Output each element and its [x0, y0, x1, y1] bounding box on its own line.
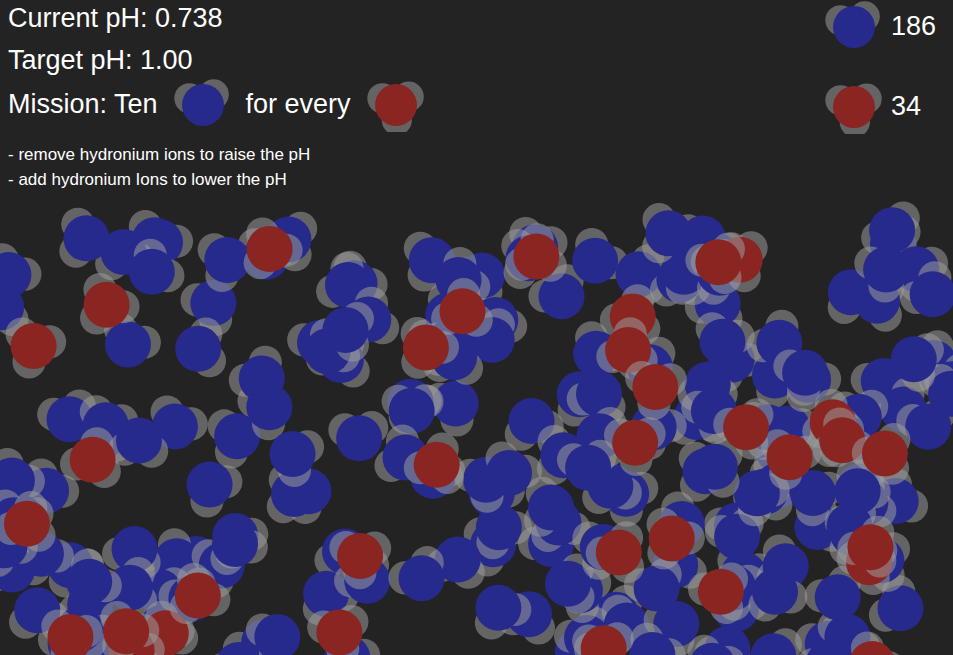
hydronium-molecule[interactable]	[505, 223, 567, 281]
hydronium-molecule[interactable]	[625, 361, 687, 420]
water-molecule	[475, 585, 531, 640]
hydronium-molecule[interactable]	[431, 278, 493, 337]
hydronium-molecule[interactable]	[80, 273, 140, 335]
hydronium-molecule[interactable]	[844, 632, 905, 655]
target-ph: Target pH: 1.00	[8, 42, 425, 78]
water-molecule-icon	[823, 0, 883, 54]
hydronium-molecule[interactable]	[837, 516, 896, 578]
hydronium-molecule[interactable]	[647, 508, 705, 570]
water-molecule	[212, 513, 268, 569]
water-molecule	[0, 243, 41, 298]
water-molecule	[557, 440, 617, 491]
hydronium-molecule[interactable]	[852, 423, 911, 485]
hydronium-molecule[interactable]	[100, 601, 159, 655]
water-molecule	[66, 549, 122, 605]
solution-canvas[interactable]	[0, 200, 953, 655]
mission: Mission: Ten for every	[8, 78, 425, 130]
water-molecule	[854, 246, 909, 302]
simulation-screen: Current pH: 0.738 Target pH: 1.00 Missio…	[0, 0, 953, 655]
water-molecule	[629, 623, 685, 655]
hydronium-molecule[interactable]	[685, 233, 745, 294]
hints: - remove hydronium ions to raise the pH-…	[8, 142, 425, 192]
water-molecule	[891, 333, 944, 392]
water-molecule	[748, 569, 807, 622]
water-molecule	[229, 346, 285, 402]
hint-line: - add hydronium Ions to lower the pH	[8, 167, 425, 192]
water-count: 186	[891, 6, 939, 47]
water-molecule	[198, 233, 251, 292]
hydronium-molecule[interactable]	[170, 563, 231, 624]
hydronium-molecule[interactable]	[572, 622, 634, 655]
water-molecule	[59, 208, 109, 268]
water-molecule	[322, 302, 374, 362]
water-molecule	[388, 546, 444, 601]
hydronium-molecule[interactable]	[401, 317, 459, 379]
mission-prefix: Mission: Ten	[8, 84, 158, 125]
hydronium-molecule[interactable]	[6, 317, 67, 378]
mission-joiner: for every	[246, 84, 351, 125]
water-molecule	[642, 203, 691, 263]
hydronium-molecule-icon	[823, 78, 883, 134]
hydronium-molecule[interactable]	[307, 605, 368, 655]
header: Current pH: 0.738 Target pH: 1.00 Missio…	[0, 0, 953, 200]
hydronium-molecule[interactable]	[604, 417, 666, 476]
water-molecule	[129, 239, 185, 295]
hydronium-molecule[interactable]	[329, 531, 391, 589]
solution-field[interactable]	[0, 200, 953, 655]
water-molecule	[175, 318, 226, 378]
counter-row: 34	[823, 80, 939, 132]
water-molecule	[796, 640, 852, 655]
water-molecule	[688, 635, 746, 655]
water-molecule	[382, 384, 442, 433]
water-molecule	[246, 613, 301, 655]
hydronium-molecule-icon	[365, 76, 425, 132]
water-molecules	[0, 201, 953, 655]
water-molecule	[270, 430, 325, 487]
water-molecule	[750, 628, 802, 655]
water-molecule	[108, 418, 168, 468]
hydronium-molecule[interactable]	[586, 521, 644, 583]
current-ph: Current pH: 0.738	[8, 0, 425, 36]
hydronium-molecule[interactable]	[244, 217, 303, 279]
water-molecule	[485, 442, 542, 497]
hydronium-molecule[interactable]	[41, 610, 102, 655]
hydronium-molecule[interactable]	[60, 427, 121, 488]
water-molecule-icon	[172, 76, 232, 132]
water-molecule	[696, 312, 755, 365]
status-panel: Current pH: 0.738 Target pH: 1.00 Missio…	[0, 0, 425, 200]
hydronium-molecule[interactable]	[688, 562, 748, 623]
water-molecule	[210, 521, 268, 575]
hydronium-molecule[interactable]	[404, 433, 464, 494]
hydronium-molecule[interactable]	[713, 398, 773, 459]
hydronium-molecule[interactable]	[0, 491, 56, 552]
hydronium-molecules	[0, 217, 910, 655]
counters: 186 34	[823, 0, 953, 200]
hydronium-count: 34	[891, 86, 939, 127]
water-molecule	[187, 462, 243, 518]
hint-line: - remove hydronium ions to raise the pH	[8, 142, 425, 167]
counter-row: 186	[823, 0, 939, 52]
